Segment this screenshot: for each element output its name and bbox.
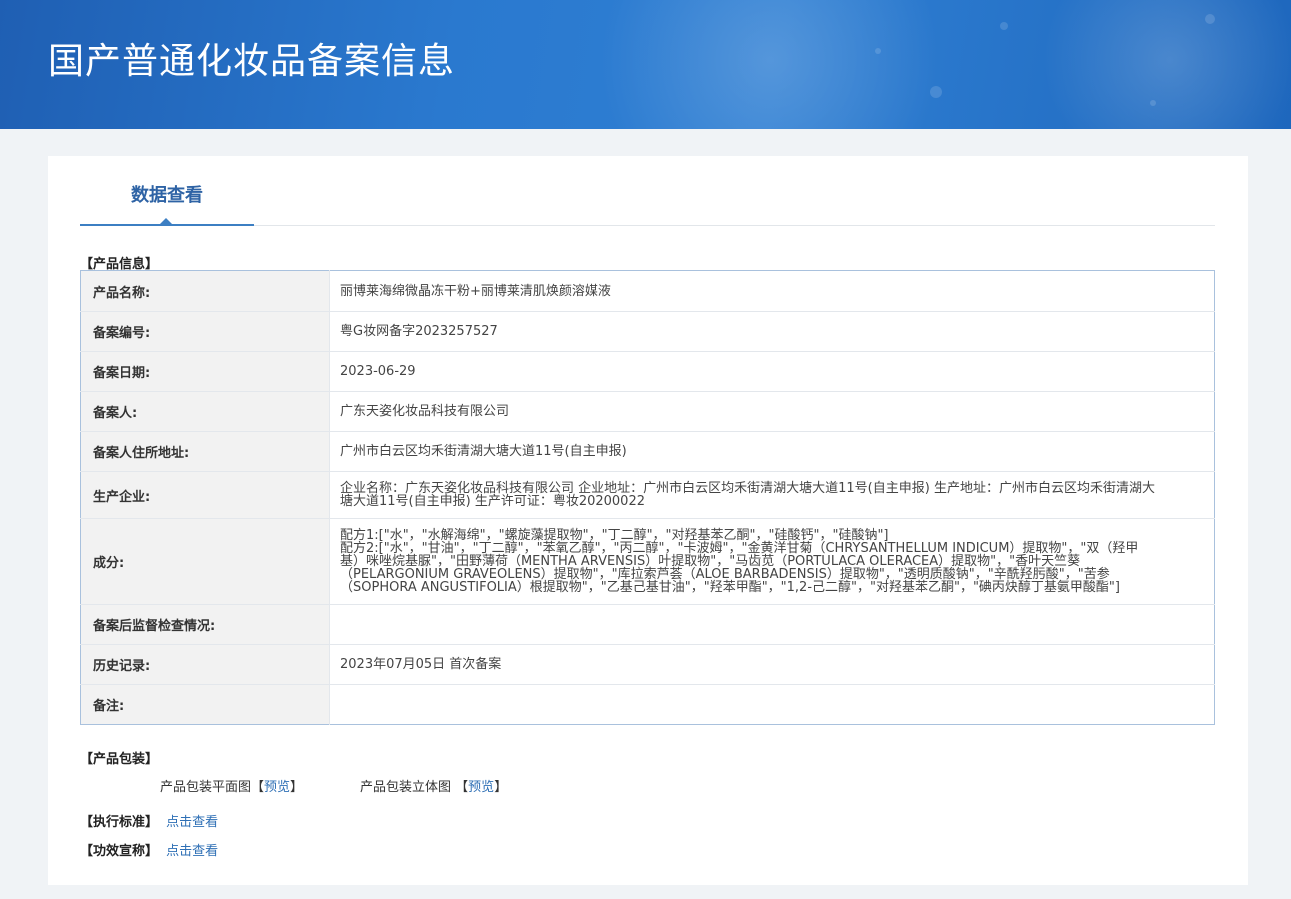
row-key: 历史记录: — [80, 644, 330, 685]
product-info-table: 产品名称: 丽博莱海绵微晶冻干粉+丽博莱清肌焕颜溶媒液 备案编号: 粤G妆网备字… — [80, 270, 1215, 725]
row-value: 配方1:["水"，"水解海绵"，"螺旋藻提取物"，"丁二醇"，"对羟基苯乙酮"，… — [329, 518, 1215, 605]
table-row: 备案后监督检查情况: — [80, 604, 1215, 645]
row-value — [330, 685, 1215, 725]
banner-glow — [560, 0, 980, 129]
header-banner: 国产普通化妆品备案信息 — [0, 0, 1291, 129]
tab-data-view[interactable]: 数据查看 — [80, 156, 254, 226]
page-title: 国产普通化妆品备案信息 — [48, 41, 456, 82]
efficacy-view-link[interactable]: 点击查看 — [166, 844, 218, 859]
row-value: 丽博莱海绵微晶冻干粉+丽博莱清肌焕颜溶媒液 — [329, 270, 1215, 312]
efficacy-label: 【功效宣称】 — [80, 844, 159, 859]
table-row: 生产企业: 企业名称：广东天姿化妆品科技有限公司 企业地址：广州市白云区均禾街清… — [80, 471, 1215, 519]
row-key: 成分: — [80, 518, 330, 605]
table-row: 备案人住所地址: 广州市白云区均禾街清湖大塘大道11号(自主申报) — [80, 431, 1215, 472]
row-key: 备案人: — [80, 391, 330, 432]
row-value: 2023-06-29 — [329, 351, 1215, 392]
banner-dot — [875, 48, 881, 54]
standard-label: 【执行标准】 — [80, 815, 159, 830]
packaging-stereo-preview-link[interactable]: 预览 — [468, 780, 494, 795]
banner-dot — [1150, 100, 1156, 106]
packaging-flat-preview-link[interactable]: 预览 — [264, 780, 290, 795]
banner-dot — [1000, 22, 1008, 30]
table-row: 备案人: 广东天姿化妆品科技有限公司 — [80, 391, 1215, 432]
bracket-close: 】 — [494, 780, 508, 795]
standard-row: 【执行标准】 点击查看 — [80, 811, 218, 830]
tab-active-underline — [80, 224, 254, 226]
row-key: 产品名称: — [80, 270, 330, 312]
bracket-open: 【 — [251, 780, 265, 795]
row-value: 2023年07月05日 首次备案 — [329, 644, 1215, 685]
tab-bar: 数据查看 — [80, 156, 1215, 226]
bracket-close: 】 — [290, 780, 304, 795]
row-key: 备注: — [80, 684, 330, 725]
packaging-stereo-item: 产品包装立体图 【预览】 — [360, 776, 507, 795]
banner-glow — [1020, 0, 1291, 129]
content-panel: 数据查看 【产品信息】 产品名称: 丽博莱海绵微晶冻干粉+丽博莱清肌焕颜溶媒液 … — [48, 156, 1248, 885]
row-key: 备案日期: — [80, 351, 330, 392]
table-row: 产品名称: 丽博莱海绵微晶冻干粉+丽博莱清肌焕颜溶媒液 — [80, 270, 1215, 312]
tab-active-caret-icon — [160, 218, 172, 224]
row-value: 广东天姿化妆品科技有限公司 — [329, 391, 1215, 432]
standard-view-link[interactable]: 点击查看 — [166, 815, 218, 830]
row-value — [329, 604, 1215, 645]
row-value: 粤G妆网备字2023257527 — [329, 311, 1215, 352]
row-key: 备案编号: — [80, 311, 330, 352]
row-key: 备案人住所地址: — [80, 431, 330, 472]
section-packaging-title: 【产品包装】 — [80, 752, 159, 767]
row-key: 备案后监督检查情况: — [80, 604, 330, 645]
bracket-open: 【 — [455, 780, 469, 795]
table-row: 备案编号: 粤G妆网备字2023257527 — [80, 311, 1215, 352]
table-row: 成分: 配方1:["水"，"水解海绵"，"螺旋藻提取物"，"丁二醇"，"对羟基苯… — [80, 518, 1215, 605]
row-value: 广州市白云区均禾街清湖大塘大道11号(自主申报) — [329, 431, 1215, 472]
table-row: 备注: — [80, 684, 1215, 725]
row-key: 生产企业: — [80, 471, 330, 519]
table-row: 备案日期: 2023-06-29 — [80, 351, 1215, 392]
table-row: 历史记录: 2023年07月05日 首次备案 — [80, 644, 1215, 685]
packaging-flat-label: 产品包装平面图 — [160, 780, 252, 795]
banner-dot — [930, 86, 942, 98]
row-value: 企业名称：广东天姿化妆品科技有限公司 企业地址：广州市白云区均禾街清湖大塘大道1… — [329, 471, 1215, 519]
banner-dot — [1205, 14, 1215, 24]
efficacy-row: 【功效宣称】 点击查看 — [80, 840, 218, 859]
packaging-stereo-label: 产品包装立体图 — [360, 780, 452, 795]
packaging-flat-item: 产品包装平面图【预览】 — [160, 776, 303, 795]
